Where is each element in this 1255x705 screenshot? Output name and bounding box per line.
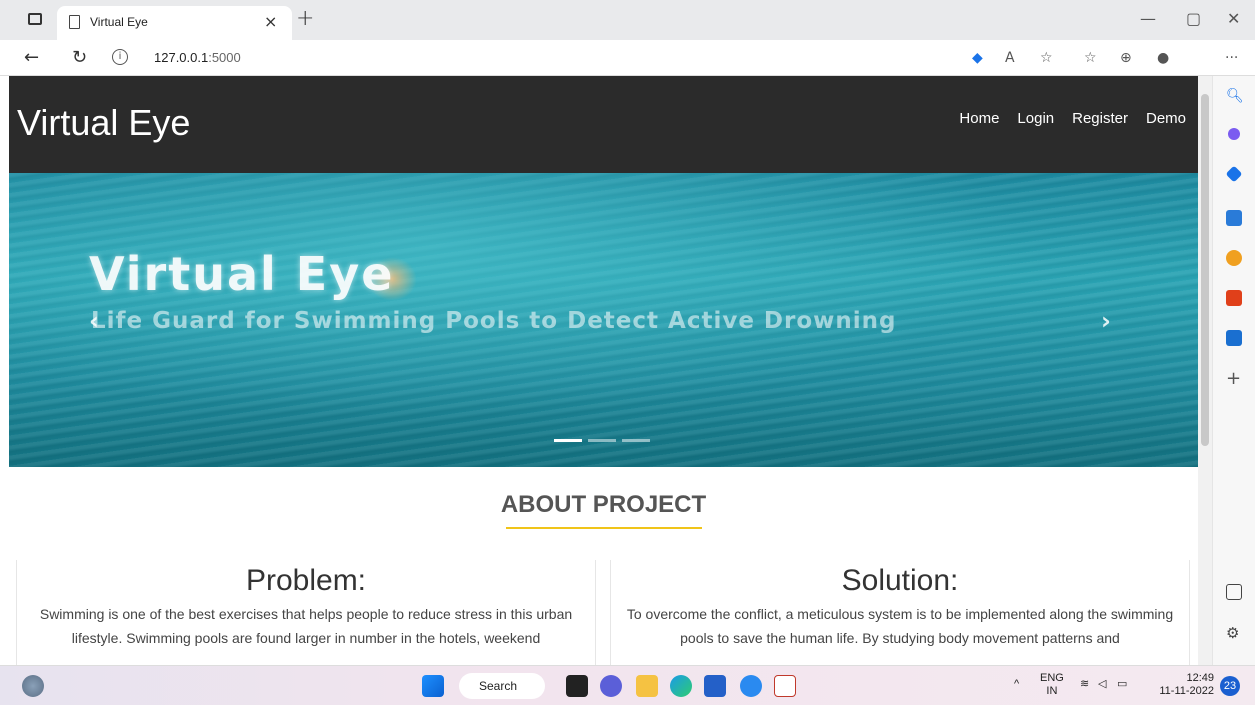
favorites-icon[interactable]: ☆ bbox=[1084, 50, 1097, 66]
close-tab-icon[interactable]: × bbox=[264, 12, 277, 31]
close-window-icon[interactable]: ✕ bbox=[1227, 9, 1240, 28]
tab-actions-icon[interactable] bbox=[28, 13, 42, 25]
browser-tab[interactable]: Virtual Eye × bbox=[57, 6, 292, 40]
search-icon[interactable]: 🔍︎ bbox=[1226, 88, 1244, 104]
shopping-icon[interactable] bbox=[1225, 165, 1243, 183]
taskbar-search[interactable]: Search bbox=[459, 673, 545, 699]
notification-badge[interactable]: 23 bbox=[1220, 676, 1240, 696]
carousel-indicator-1[interactable] bbox=[554, 439, 582, 442]
problem-title: Problem: bbox=[245, 564, 367, 597]
site-nav: Home Login Register Demo bbox=[959, 110, 1186, 127]
tools-icon[interactable] bbox=[1226, 210, 1242, 226]
tray-chevron-icon[interactable]: ^ bbox=[1014, 678, 1019, 691]
profile-icon[interactable]: ● bbox=[1157, 50, 1169, 66]
nav-register[interactable]: Register bbox=[1072, 110, 1128, 127]
add-favorite-icon[interactable]: ☆ bbox=[1040, 50, 1053, 66]
shopping-tag-icon[interactable]: ◆ bbox=[972, 50, 983, 66]
volume-icon[interactable]: ◁ bbox=[1098, 678, 1106, 691]
weather-icon[interactable] bbox=[22, 675, 44, 697]
page-scrollbar[interactable] bbox=[1198, 76, 1212, 665]
office-icon[interactable] bbox=[1226, 290, 1242, 306]
chat-icon[interactable] bbox=[600, 675, 622, 697]
add-sidebar-icon[interactable]: + bbox=[1226, 368, 1242, 389]
restore-icon[interactable]: ▢ bbox=[1186, 9, 1201, 28]
address-bar[interactable]: i 127.0.0.1:5000 bbox=[108, 44, 1158, 72]
about-section: ABOUT PROJECT Problem: Swimming is one o… bbox=[9, 467, 1198, 665]
snipping-tool-icon[interactable] bbox=[774, 675, 796, 697]
carousel-indicators bbox=[554, 439, 650, 442]
windows-taskbar: Search ^ ENG IN ≋ ◁ ▭ 12:49 11-11-2022 23 bbox=[0, 665, 1255, 705]
solution-card: Solution: To overcome the conflict, a me… bbox=[610, 560, 1190, 665]
edge-sidebar: 🔍︎ + ⚙ bbox=[1212, 76, 1255, 665]
scrollbar-thumb[interactable] bbox=[1201, 94, 1209, 446]
carousel-indicator-3[interactable] bbox=[622, 439, 650, 442]
url-text[interactable]: 127.0.0.1:5000 bbox=[154, 50, 241, 65]
nav-home[interactable]: Home bbox=[959, 110, 999, 127]
hero-carousel: Virtual Eye Life Guard for Swimming Pool… bbox=[9, 173, 1198, 467]
page-icon bbox=[69, 15, 80, 29]
settings-gear-icon[interactable]: ⚙ bbox=[1226, 624, 1242, 642]
problem-card: Problem: Swimming is one of the best exe… bbox=[16, 560, 596, 665]
wifi-icon[interactable]: ≋ bbox=[1080, 678, 1089, 691]
games-icon[interactable] bbox=[1226, 250, 1242, 266]
hero-subtitle: Life Guard for Swimming Pools to Detect … bbox=[91, 308, 897, 334]
edge-icon[interactable] bbox=[670, 675, 692, 697]
heading-underline bbox=[506, 527, 702, 529]
page-viewport: Virtual Eye Home Login Register Demo Vir… bbox=[9, 76, 1198, 665]
carousel-prev-icon[interactable]: ‹ bbox=[89, 307, 99, 335]
refresh-icon[interactable]: ↻ bbox=[72, 47, 87, 68]
more-menu-icon[interactable]: ··· bbox=[1225, 50, 1238, 66]
site-brand[interactable]: Virtual Eye bbox=[17, 102, 190, 144]
problem-text: Swimming is one of the best exercises th… bbox=[39, 606, 573, 646]
outlook-icon[interactable] bbox=[1226, 330, 1242, 346]
address-bar-row: ← ↻ i 127.0.0.1:5000 ◆ A ☆ ☆ ⊕ ● ··· bbox=[0, 40, 1255, 76]
hero-title: Virtual Eye bbox=[89, 247, 395, 301]
solution-title: Solution: bbox=[841, 564, 959, 597]
about-heading: ABOUT PROJECT bbox=[500, 491, 707, 518]
back-icon[interactable]: ← bbox=[24, 47, 39, 68]
python-icon[interactable] bbox=[740, 675, 762, 697]
carousel-indicator-2[interactable] bbox=[588, 439, 616, 442]
hide-sidebar-icon[interactable] bbox=[1226, 584, 1242, 600]
battery-icon[interactable]: ▭ bbox=[1117, 678, 1127, 691]
read-aloud-icon[interactable]: A bbox=[1005, 50, 1015, 66]
tab-title: Virtual Eye bbox=[90, 15, 148, 29]
nav-login[interactable]: Login bbox=[1017, 110, 1054, 127]
collections-icon[interactable]: ⊕ bbox=[1120, 50, 1132, 66]
copilot-icon[interactable] bbox=[1228, 128, 1240, 140]
nav-demo[interactable]: Demo bbox=[1146, 110, 1186, 127]
solution-text: To overcome the conflict, a meticulous s… bbox=[626, 606, 1174, 646]
clock[interactable]: 12:49 11-11-2022 bbox=[1158, 672, 1214, 698]
store-icon[interactable] bbox=[704, 675, 726, 697]
new-tab-icon[interactable]: + bbox=[296, 6, 314, 31]
language-indicator[interactable]: ENG IN bbox=[1040, 672, 1064, 698]
carousel-next-icon[interactable]: › bbox=[1101, 307, 1111, 335]
file-explorer-icon[interactable] bbox=[636, 675, 658, 697]
site-header: Virtual Eye Home Login Register Demo bbox=[9, 76, 1198, 173]
minimize-icon[interactable]: — bbox=[1140, 9, 1156, 28]
browser-tab-bar: Virtual Eye × + — ▢ ✕ bbox=[0, 0, 1255, 40]
task-view-icon[interactable] bbox=[566, 675, 588, 697]
site-info-icon[interactable]: i bbox=[112, 49, 128, 65]
windows-start-icon[interactable] bbox=[422, 675, 444, 697]
